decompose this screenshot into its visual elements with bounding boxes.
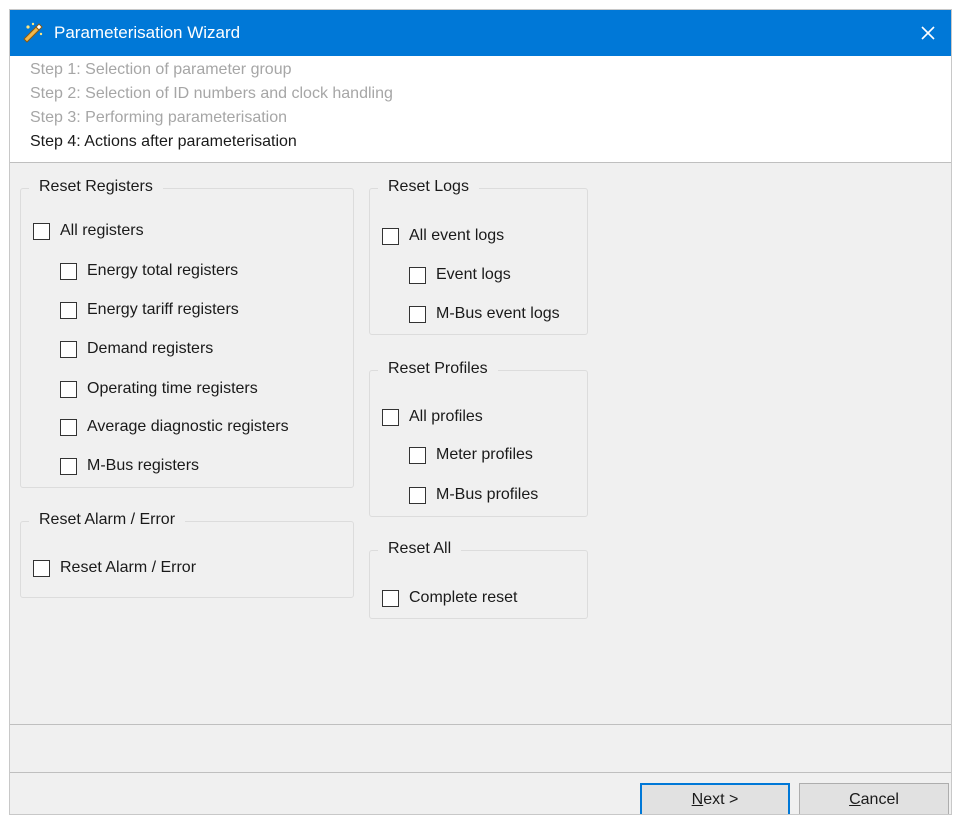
checkbox-label: Event logs <box>436 266 511 283</box>
checkbox-label: Energy tariff registers <box>87 301 239 318</box>
all-registers-checkbox[interactable]: All registers <box>33 222 144 240</box>
energy-total-registers-checkbox[interactable]: Energy total registers <box>60 262 238 280</box>
m-bus-event-logs-checkbox[interactable]: M-Bus event logs <box>409 305 560 323</box>
complete-reset-checkbox[interactable]: Complete reset <box>382 589 518 607</box>
button-area-divider <box>10 772 951 773</box>
event-logs-checkbox[interactable]: Event logs <box>409 266 511 284</box>
close-icon <box>921 26 935 40</box>
step-3: Step 3: Performing parameterisation <box>30 109 288 126</box>
reset-profiles-group: Reset Profiles All profiles Meter profil… <box>369 360 588 517</box>
checkbox-label: All registers <box>60 222 144 239</box>
checkbox-box[interactable] <box>60 457 77 475</box>
checkbox-box[interactable] <box>60 301 77 319</box>
next-button[interactable]: Next > <box>640 783 790 814</box>
title-bar: Parameterisation Wizard <box>10 10 951 56</box>
checkbox-label: M-Bus event logs <box>436 305 560 322</box>
cancel-button[interactable]: Cancel <box>799 783 949 814</box>
wizard-wand-icon <box>23 22 43 43</box>
checkbox-label: All event logs <box>409 227 505 244</box>
content-divider <box>10 724 951 725</box>
demand-registers-checkbox[interactable]: Demand registers <box>60 340 213 358</box>
reset-logs-title: Reset Logs <box>378 178 479 196</box>
checkbox-box[interactable] <box>33 222 50 240</box>
checkbox-label: Energy total registers <box>87 262 239 279</box>
checkbox-label: M-Bus profiles <box>436 486 539 503</box>
checkbox-box[interactable] <box>382 589 399 607</box>
wizard-steps: Step 1: Selection of parameter group Ste… <box>10 56 951 163</box>
checkbox-box[interactable] <box>409 305 426 323</box>
checkbox-box[interactable] <box>409 446 426 464</box>
checkbox-box[interactable] <box>382 408 399 426</box>
checkbox-box[interactable] <box>60 380 77 398</box>
all-event-logs-checkbox[interactable]: All event logs <box>382 227 504 245</box>
reset-registers-group: Reset Registers All registers Energy tot… <box>20 178 354 488</box>
step-2: Step 2: Selection of ID numbers and cloc… <box>30 85 393 102</box>
reset-all-title: Reset All <box>378 540 462 558</box>
checkbox-label: Meter profiles <box>436 446 533 463</box>
checkbox-label: Demand registers <box>87 340 214 357</box>
step-4-current: Step 4: Actions after parameterisation <box>30 133 297 150</box>
reset-logs-group: Reset Logs All event logs Event logs M-B… <box>369 178 588 335</box>
energy-tariff-registers-checkbox[interactable]: Energy tariff registers <box>60 301 239 319</box>
wizard-window: Parameterisation Wizard Step 1: Selectio… <box>9 9 952 815</box>
meter-profiles-checkbox[interactable]: Meter profiles <box>409 446 533 464</box>
checkbox-box[interactable] <box>60 262 77 280</box>
next-button-label: Next > <box>691 791 739 808</box>
checkbox-box[interactable] <box>382 227 399 245</box>
reset-alarm-checkbox[interactable]: Reset Alarm / Error <box>33 559 196 577</box>
reset-profiles-title: Reset Profiles <box>378 360 498 378</box>
checkbox-box[interactable] <box>33 559 50 577</box>
close-button[interactable] <box>905 10 951 56</box>
checkbox-label: Complete reset <box>409 589 518 606</box>
reset-alarm-title: Reset Alarm / Error <box>29 511 186 529</box>
all-profiles-checkbox[interactable]: All profiles <box>382 408 483 426</box>
checkbox-label: Operating time registers <box>87 380 258 397</box>
average-diagnostic-registers-checkbox[interactable]: Average diagnostic registers <box>60 418 289 436</box>
reset-alarm-group: Reset Alarm / Error Reset Alarm / Error <box>20 511 354 598</box>
checkbox-label: All profiles <box>409 408 483 425</box>
checkbox-box[interactable] <box>60 340 77 358</box>
step-1: Step 1: Selection of parameter group <box>30 61 292 78</box>
checkbox-box[interactable] <box>409 266 426 284</box>
operating-time-registers-checkbox[interactable]: Operating time registers <box>60 380 258 398</box>
checkbox-box[interactable] <box>409 486 426 504</box>
m-bus-profiles-checkbox[interactable]: M-Bus profiles <box>409 486 538 504</box>
window-title: Parameterisation Wizard <box>54 23 241 42</box>
checkbox-label: Average diagnostic registers <box>87 418 289 435</box>
checkbox-box[interactable] <box>60 418 77 436</box>
checkbox-label: Reset Alarm / Error <box>60 559 197 576</box>
m-bus-registers-checkbox[interactable]: M-Bus registers <box>60 457 199 475</box>
cancel-button-label: Cancel <box>849 791 899 808</box>
reset-all-group: Reset All Complete reset <box>369 540 588 619</box>
reset-registers-title: Reset Registers <box>29 178 163 196</box>
checkbox-label: M-Bus registers <box>87 457 200 474</box>
